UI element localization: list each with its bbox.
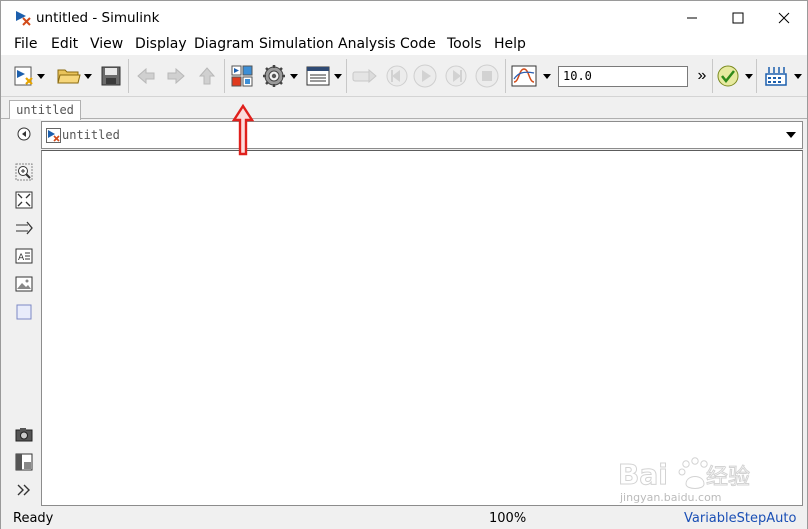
model-tab-bar: untitled — [1, 97, 807, 120]
model-path: untitled — [62, 128, 120, 142]
forward-button[interactable] — [164, 64, 188, 88]
menu-view[interactable]: View — [90, 36, 123, 52]
menu-edit[interactable]: Edit — [51, 36, 78, 52]
scope-icon — [511, 65, 537, 87]
menu-bar: File Edit View Display Diagram Simulatio… — [1, 34, 807, 55]
save-button[interactable] — [99, 64, 123, 88]
model-icon — [46, 128, 61, 143]
tab-untitled[interactable]: untitled — [9, 100, 81, 120]
block-diagram-palette: A — [1, 119, 41, 507]
open-button[interactable] — [55, 64, 93, 88]
menu-display[interactable]: Display — [135, 36, 187, 52]
step-forward-icon — [445, 65, 467, 87]
toolbar: 10.0 » — [1, 55, 807, 97]
maximize-button[interactable] — [715, 1, 761, 34]
stop-time-value: 10.0 — [563, 69, 592, 83]
back-icon — [17, 127, 31, 141]
library-browser-button[interactable] — [230, 64, 254, 88]
stop-icon — [475, 64, 499, 88]
title-bar: untitled - Simulink — [1, 1, 807, 34]
build-icon — [765, 67, 787, 86]
image-button[interactable] — [15, 275, 33, 293]
fit-view-button[interactable] — [15, 191, 33, 209]
signal-arrow-icon — [16, 221, 33, 235]
minimize-button[interactable] — [669, 1, 715, 34]
explorer-bar-icon — [15, 453, 33, 471]
menu-code[interactable]: Code — [400, 36, 436, 52]
save-icon — [101, 66, 121, 86]
signal-routing-button[interactable] — [15, 219, 33, 237]
stop-button[interactable] — [474, 64, 500, 88]
image-icon — [15, 276, 33, 292]
area-icon — [16, 304, 32, 320]
step-config-button[interactable] — [350, 64, 378, 88]
forward-arrow-icon — [167, 67, 185, 85]
simulink-window: untitled - Simulink File Edit View Displ… — [0, 0, 808, 529]
hide-browser-button[interactable] — [15, 125, 33, 143]
explorer-bar-button[interactable] — [15, 453, 33, 471]
snapshot-button[interactable] — [15, 425, 33, 443]
run-button[interactable] — [412, 64, 438, 88]
model-address-bar[interactable]: untitled — [41, 121, 803, 149]
zoom-button[interactable] — [15, 163, 33, 181]
annotation-up-arrow-icon — [232, 104, 254, 156]
watermark-url: jingyan.baidu.com — [620, 491, 722, 504]
model-config-button[interactable] — [260, 64, 300, 88]
svg-text:A: A — [18, 253, 25, 263]
back-button[interactable] — [134, 64, 158, 88]
annotation-button[interactable]: A — [15, 247, 33, 265]
address-dropdown-icon[interactable] — [786, 132, 796, 138]
fit-view-icon — [15, 191, 33, 209]
menu-file[interactable]: File — [14, 36, 37, 52]
new-model-button[interactable] — [11, 64, 47, 88]
step-forward-button[interactable] — [443, 64, 469, 88]
stop-time-input[interactable]: 10.0 — [558, 66, 688, 87]
model-config-icon — [263, 65, 285, 87]
scope-button[interactable] — [510, 64, 552, 88]
menu-simulation[interactable]: Simulation — [259, 36, 334, 52]
menu-help[interactable]: Help — [494, 36, 526, 52]
back-arrow-icon — [137, 67, 155, 85]
up-button[interactable] — [195, 64, 219, 88]
simulink-logo-icon — [15, 10, 31, 26]
menu-analysis[interactable]: Analysis — [338, 36, 396, 52]
status-text: Ready — [13, 511, 54, 526]
area-button[interactable] — [15, 303, 33, 321]
step-back-icon — [386, 65, 408, 87]
window-title: untitled - Simulink — [36, 10, 160, 26]
step-config-icon — [352, 68, 377, 84]
model-canvas[interactable] — [41, 150, 803, 506]
model-advisor-icon — [717, 65, 739, 87]
step-back-button[interactable] — [384, 64, 410, 88]
model-advisor-button[interactable] — [715, 64, 755, 88]
more-tools-button[interactable]: » — [694, 64, 710, 88]
up-arrow-icon — [198, 67, 216, 85]
status-bar: Ready 100% VariableStepAuto — [1, 507, 807, 529]
run-icon — [413, 64, 437, 88]
svg-text:Bai: Bai — [618, 458, 668, 491]
model-explorer-icon — [306, 66, 330, 86]
zoom-icon — [15, 163, 33, 181]
close-button[interactable] — [761, 1, 807, 34]
build-button[interactable] — [761, 64, 805, 88]
solver-link[interactable]: VariableStepAuto — [684, 511, 796, 526]
new-model-icon — [14, 66, 33, 86]
expand-palette-button[interactable] — [15, 481, 33, 499]
library-browser-icon — [231, 65, 253, 87]
svg-text:经验: 经验 — [706, 465, 750, 490]
menu-diagram[interactable]: Diagram — [194, 36, 254, 52]
more-tools-label: » — [697, 67, 707, 84]
open-folder-icon — [56, 69, 81, 84]
model-explorer-button[interactable] — [304, 64, 344, 88]
expand-icon — [17, 484, 30, 496]
menu-tools[interactable]: Tools — [447, 36, 482, 52]
camera-icon — [15, 428, 33, 442]
annotation-icon: A — [15, 248, 33, 264]
zoom-level: 100% — [489, 511, 527, 526]
